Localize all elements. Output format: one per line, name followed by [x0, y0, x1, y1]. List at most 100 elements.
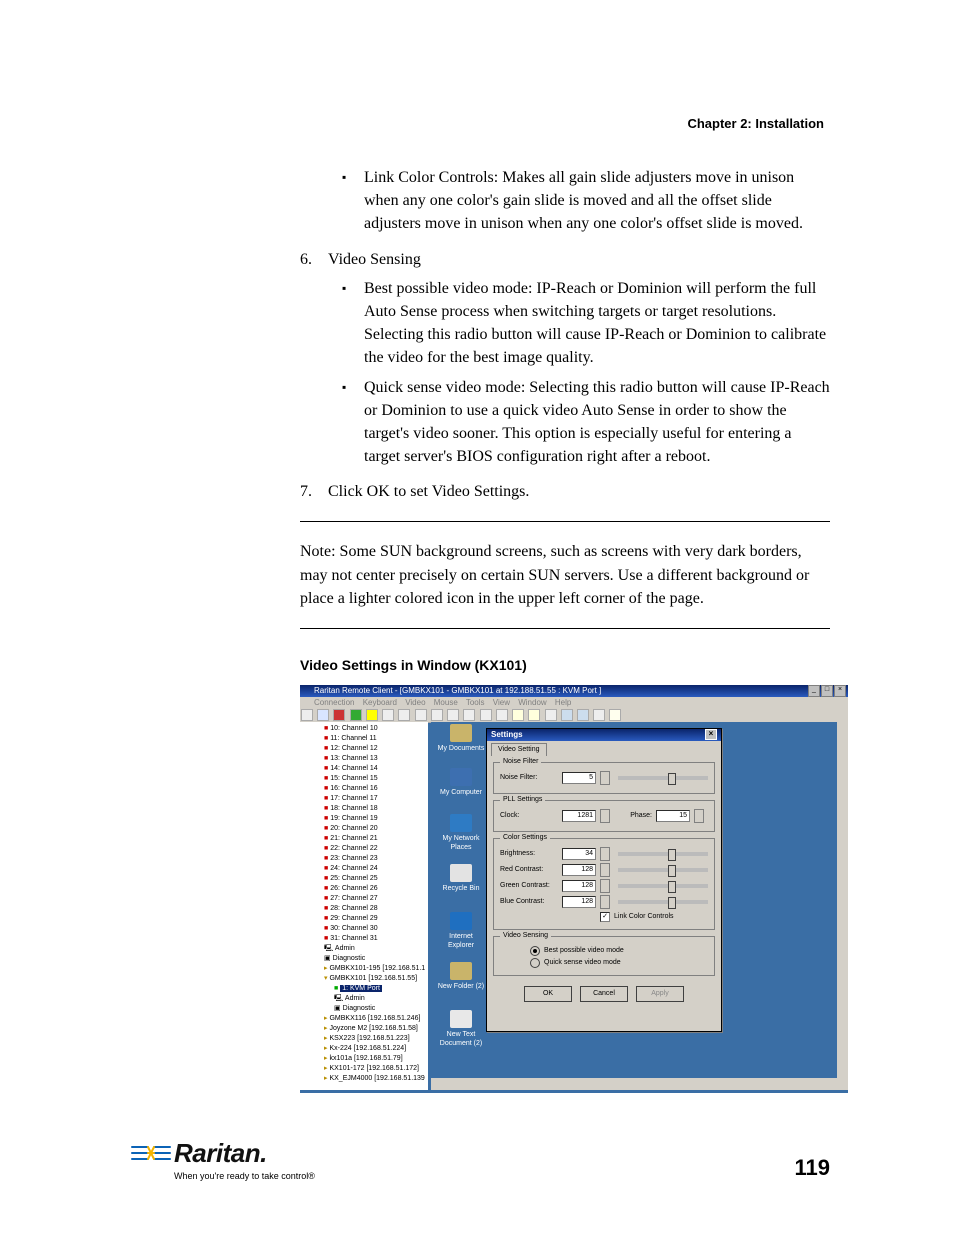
menu-connection[interactable]: Connection [314, 698, 354, 707]
toolbar-icon[interactable] [512, 709, 524, 721]
tree-device[interactable]: ▸ GMBKX101-195 [192.168.51.1 [324, 964, 426, 974]
tree-device[interactable]: ▸ Joyzone M2 [192.168.51.58] [324, 1024, 426, 1034]
menu-help[interactable]: Help [555, 698, 571, 707]
toolbar-icon[interactable] [366, 709, 378, 721]
maximize-button[interactable]: □ [821, 685, 833, 697]
tree-item[interactable]: ■ 28: Channel 28 [324, 904, 426, 914]
tree-item[interactable]: ■ 12: Channel 12 [324, 744, 426, 754]
toolbar-icon[interactable] [480, 709, 492, 721]
blue-contrast-slider[interactable] [618, 900, 708, 904]
toolbar-icon[interactable] [593, 709, 605, 721]
device-tree[interactable]: ■ 10: Channel 10 ■ 11: Channel 11 ■ 12: … [300, 722, 428, 1090]
desktop-icon-network[interactable]: My Network Places [437, 814, 485, 852]
clock-input[interactable]: 1281 [562, 810, 596, 822]
spin-button[interactable] [600, 863, 610, 877]
tree-item[interactable]: ■ 27: Channel 27 [324, 894, 426, 904]
dialog-close-button[interactable]: × [705, 729, 717, 740]
tree-device[interactable]: ▸ GMBKX116 [192.168.51.246] [324, 1014, 426, 1024]
tree-item[interactable]: ■ 20: Channel 20 [324, 824, 426, 834]
toolbar-icon[interactable] [577, 709, 589, 721]
toolbar-icon[interactable] [545, 709, 557, 721]
tree-item[interactable]: ■ 25: Channel 25 [324, 874, 426, 884]
link-color-checkbox-row[interactable]: ✓ Link Color Controls [600, 911, 708, 923]
noise-filter-input[interactable]: 5 [562, 772, 596, 784]
tree-item[interactable]: ■ 31: Channel 31 [324, 934, 426, 944]
tree-device[interactable]: ▸ kx101a [192.168.51.79] [324, 1054, 426, 1064]
desktop-icon-mydocs[interactable]: My Documents [437, 724, 485, 753]
vertical-scrollbar[interactable] [837, 722, 848, 1078]
tree-device[interactable]: ▸ KX_EJM4000 [192.168.51.139 [324, 1074, 426, 1084]
menu-tools[interactable]: Tools [466, 698, 485, 707]
toolbar-icon[interactable] [528, 709, 540, 721]
brightness-slider[interactable] [618, 852, 708, 856]
tree-device[interactable]: ▾ GMBKX101 [192.168.51.55] [324, 974, 426, 984]
noise-filter-slider[interactable] [618, 776, 708, 780]
brightness-input[interactable]: 34 [562, 848, 596, 860]
toolbar-icon[interactable] [431, 709, 443, 721]
minimize-button[interactable]: _ [808, 685, 820, 697]
toolbar-icon[interactable] [415, 709, 427, 721]
menu-mouse[interactable]: Mouse [434, 698, 458, 707]
red-contrast-slider[interactable] [618, 868, 708, 872]
menu-window[interactable]: Window [518, 698, 546, 707]
tree-diagnostic[interactable]: ▣ Diagnostic [324, 954, 426, 964]
ok-button[interactable]: OK [524, 986, 572, 1002]
blue-contrast-input[interactable]: 128 [562, 896, 596, 908]
toolbar-icon[interactable] [463, 709, 475, 721]
tree-admin[interactable]: 🖳 Admin [324, 994, 426, 1004]
toolbar-icon[interactable] [447, 709, 459, 721]
tree-item[interactable]: ■ 14: Channel 14 [324, 764, 426, 774]
desktop-icon-mycomp[interactable]: My Computer [437, 768, 485, 797]
checkbox-icon[interactable]: ✓ [600, 912, 610, 922]
apply-button[interactable]: Apply [636, 986, 684, 1002]
tree-item[interactable]: ■ 29: Channel 29 [324, 914, 426, 924]
menu-video[interactable]: Video [405, 698, 425, 707]
desktop-icon-textdoc[interactable]: New Text Document (2) [437, 1010, 485, 1048]
toolbar-icon[interactable] [317, 709, 329, 721]
desktop-icon-folder[interactable]: New Folder (2) [437, 962, 485, 991]
radio-quick-mode[interactable]: Quick sense video mode [530, 957, 708, 969]
close-button[interactable]: × [834, 685, 846, 697]
green-contrast-input[interactable]: 128 [562, 880, 596, 892]
tree-item[interactable]: ■ 30: Channel 30 [324, 924, 426, 934]
toolbar-icon[interactable] [350, 709, 362, 721]
phase-input[interactable]: 15 [656, 810, 690, 822]
spin-button[interactable] [600, 895, 610, 909]
toolbar-icon[interactable] [496, 709, 508, 721]
tree-kvm-port[interactable]: ■ 1: KVM Port [324, 984, 426, 994]
tree-item[interactable]: ■ 10: Channel 10 [324, 724, 426, 734]
tree-admin[interactable]: 🖳 Admin [324, 944, 426, 954]
spin-button[interactable] [600, 847, 610, 861]
radio-best-mode[interactable]: Best possible video mode [530, 945, 708, 957]
toolbar-icon[interactable] [382, 709, 394, 721]
tree-item[interactable]: ■ 22: Channel 22 [324, 844, 426, 854]
tree-item[interactable]: ■ 13: Channel 13 [324, 754, 426, 764]
tree-item[interactable]: ■ 18: Channel 18 [324, 804, 426, 814]
green-contrast-slider[interactable] [618, 884, 708, 888]
toolbar-icon[interactable] [301, 709, 313, 721]
radio-icon[interactable] [530, 946, 540, 956]
desktop-icon-recycle[interactable]: Recycle Bin [437, 864, 485, 893]
radio-icon[interactable] [530, 958, 540, 968]
tree-device[interactable]: ▸ KSX223 [192.168.51.223] [324, 1034, 426, 1044]
desktop-icon-ie[interactable]: Internet Explorer [437, 912, 485, 950]
cancel-button[interactable]: Cancel [580, 986, 628, 1002]
tree-item[interactable]: ■ 24: Channel 24 [324, 864, 426, 874]
menu-keyboard[interactable]: Keyboard [363, 698, 397, 707]
tab-video-setting[interactable]: Video Setting [491, 743, 547, 756]
tree-device[interactable]: ▸ Kx-224 [192.168.51.224] [324, 1044, 426, 1054]
tree-item[interactable]: ■ 23: Channel 23 [324, 854, 426, 864]
tree-item[interactable]: ■ 16: Channel 16 [324, 784, 426, 794]
horizontal-scrollbar[interactable] [431, 1078, 848, 1090]
toolbar-icon[interactable] [333, 709, 345, 721]
menu-view[interactable]: View [493, 698, 510, 707]
spin-button[interactable] [694, 809, 704, 823]
tree-item[interactable]: ■ 21: Channel 21 [324, 834, 426, 844]
spin-button[interactable] [600, 809, 610, 823]
tree-diagnostic[interactable]: ▣ Diagnostic [324, 1004, 426, 1014]
spin-button[interactable] [600, 771, 610, 785]
tree-item[interactable]: ■ 15: Channel 15 [324, 774, 426, 784]
tree-item[interactable]: ■ 11: Channel 11 [324, 734, 426, 744]
spin-button[interactable] [600, 879, 610, 893]
tree-item[interactable]: ■ 19: Channel 19 [324, 814, 426, 824]
